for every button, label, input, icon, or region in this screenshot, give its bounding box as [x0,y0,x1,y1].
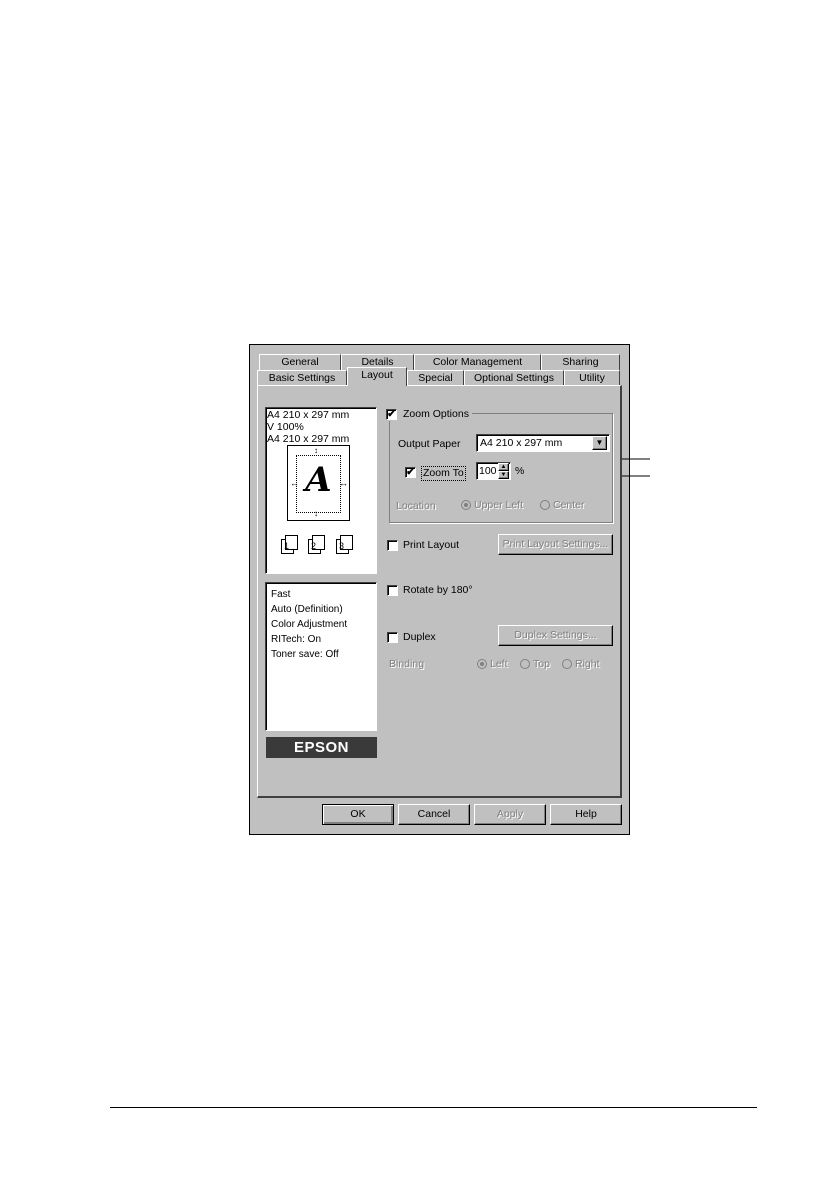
multi-page-icon: 2 [308,535,325,554]
tab-label: Sharing [562,356,599,368]
zoom-to-checkbox[interactable]: ✔ [405,467,416,478]
summary-line: Toner save: Off [271,649,339,660]
epson-logo: EPSON [266,737,377,758]
spin-down-icon[interactable]: ▼ [498,471,509,479]
rotate-180-label: Rotate by 180° [403,584,473,596]
binding-top-label: Top [533,658,550,670]
layout-panel: A4 210 x 297 mm V 100% A4 210 x 297 mm A… [257,385,622,798]
binding-top-radio[interactable] [520,659,530,669]
tab-label: Layout [361,369,393,381]
summary-line: RITech: On [271,634,322,645]
zoom-percent-input[interactable]: 100 ▲ ▼ [476,462,511,480]
tab-general[interactable]: General [259,354,341,370]
zoom-percent-value: 100 [479,465,497,477]
tab-sharing[interactable]: Sharing [541,354,620,370]
rotate-180-checkbox[interactable] [387,585,398,596]
upper-left-radio[interactable] [461,500,471,510]
summary-line: Color Adjustment [271,619,348,630]
page-number: 3 [339,541,345,551]
tab-color-management[interactable]: Color Management [414,354,541,370]
zoom-options-label: Zoom Options [403,408,469,420]
upper-left-label: Upper Left [474,499,524,511]
tab-label: Special [418,372,453,384]
zoom-options-checkbox[interactable]: ✔ [386,409,397,420]
arrow-leftright-icon: ↔ [339,478,348,488]
page-number: 2 [311,541,317,551]
center-radio[interactable] [540,500,550,510]
binding-right-label: Right [575,658,600,670]
footer-rule [110,1107,757,1108]
ok-button[interactable]: OK [322,804,394,825]
binding-right-radio[interactable] [562,659,572,669]
summary-line: Fast [271,589,291,600]
tab-special[interactable]: Special [407,370,464,386]
percent-sign: % [515,465,525,477]
output-paper-select[interactable]: A4 210 x 297 mm ▼ [476,434,610,452]
help-button[interactable]: Help [550,804,622,825]
cancel-button[interactable]: Cancel [398,804,470,825]
multi-page-icon: 3 [336,535,353,554]
center-label: Center [553,499,585,511]
duplex-label: Duplex [403,631,436,643]
duplex-settings-button[interactable]: Duplex Settings... [498,625,613,646]
spin-up-icon[interactable]: ▲ [498,463,509,471]
printer-properties-dialog: General Details Color Management Sharing… [249,344,630,835]
layout-preview: A4 210 x 297 mm V 100% A4 210 x 297 mm A… [265,407,377,574]
output-paper-value: A4 210 x 297 mm [480,437,563,449]
zoom-to-label: Zoom To [421,466,466,481]
output-paper-label: Output Paper [398,438,461,450]
page-number: 1 [284,541,290,551]
tab-label: Utility [579,372,605,384]
tab-layout[interactable]: Layout [347,367,407,386]
arrow-updown-icon: ↕ [314,509,318,518]
tab-utility[interactable]: Utility [564,370,620,386]
location-label: Location [396,500,436,512]
arrow-leftright-icon: ↔ [290,478,299,488]
multi-page-icon: 1 [281,535,298,554]
print-layout-settings-button[interactable]: Print Layout Settings... [498,534,613,555]
print-layout-label: Print Layout [403,539,460,551]
duplex-checkbox[interactable] [387,632,398,643]
arrow-updown-icon: ↕ [314,446,318,455]
tab-label: Color Management [432,356,523,368]
binding-label: Binding [389,658,425,670]
apply-button[interactable]: Apply [474,804,546,825]
binding-left-label: Left [490,658,508,670]
preview-page: A ↕ ↕ ↔ ↔ [287,445,350,521]
zoom-options-header: ✔ Zoom Options [383,408,472,421]
dropdown-arrow-icon[interactable]: ▼ [592,436,607,450]
binding-left-radio[interactable] [477,659,487,669]
summary-line: Auto (Definition) [271,604,343,615]
tab-label: General [281,356,319,368]
tab-optional-settings[interactable]: Optional Settings [464,370,564,386]
tab-basic-settings[interactable]: Basic Settings [257,370,347,386]
settings-summary: Fast Auto (Definition) Color Adjustment … [265,582,377,731]
print-layout-checkbox[interactable] [387,540,398,551]
tab-label: Basic Settings [268,372,336,384]
tab-label: Optional Settings [474,372,554,384]
